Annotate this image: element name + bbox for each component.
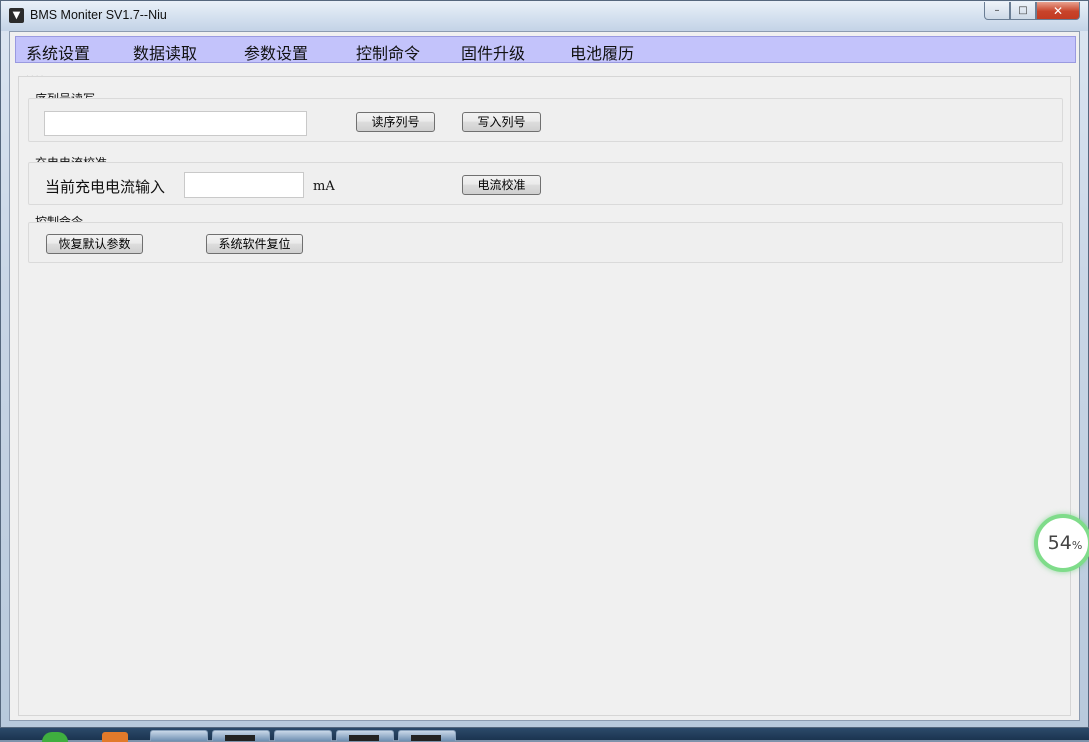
charge-current-input[interactable] <box>184 172 304 198</box>
taskbar-item-window-1[interactable] <box>212 730 270 741</box>
control-group-box <box>28 222 1063 263</box>
client-area: 系统设置 数据读取 参数设置 控制命令 固件升级 电池履历 .... 序列号读写… <box>9 31 1080 721</box>
title-bar[interactable]: ▼ BMS Moniter SV1.7--Niu – □ ✕ <box>1 1 1088 31</box>
taskbar-green-app-icon[interactable] <box>42 732 68 742</box>
serial-number-input[interactable] <box>44 111 307 136</box>
maximize-button[interactable]: □ <box>1010 2 1036 20</box>
taskbar-thumb <box>225 735 255 741</box>
menu-item-param-settings[interactable]: 参数设置 <box>244 40 308 64</box>
taskbar-item-window-2[interactable] <box>336 730 394 741</box>
window-title: BMS Moniter SV1.7--Niu <box>30 8 167 22</box>
taskbar-thumb <box>411 735 441 741</box>
software-reset-button[interactable]: 系统软件复位 <box>206 234 303 254</box>
close-button[interactable]: ✕ <box>1036 2 1080 20</box>
progress-widget[interactable]: 54% <box>1034 514 1089 572</box>
current-unit-label: mA <box>313 179 335 194</box>
restore-defaults-button[interactable]: 恢复默认参数 <box>46 234 143 254</box>
write-serial-button[interactable]: 写入列号 <box>462 112 541 132</box>
taskbar <box>0 728 1089 742</box>
taskbar-thumb <box>349 735 379 741</box>
taskbar-item-window-3[interactable] <box>398 730 456 741</box>
menu-item-system-settings[interactable]: 系统设置 <box>26 40 90 64</box>
progress-value: 54% <box>1047 532 1083 554</box>
read-serial-button[interactable]: 读序列号 <box>356 112 435 132</box>
calibrate-current-button[interactable]: 电流校准 <box>462 175 541 195</box>
app-window: ▼ BMS Moniter SV1.7--Niu – □ ✕ 系统设置 数据读取… <box>0 0 1089 728</box>
menu-bar: 系统设置 数据读取 参数设置 控制命令 固件升级 电池履历 <box>15 36 1076 63</box>
taskbar-orange-app-icon[interactable] <box>102 732 128 742</box>
taskbar-item-folder[interactable] <box>150 730 208 741</box>
progress-unit: % <box>1071 539 1083 552</box>
menu-item-battery-history[interactable]: 电池履历 <box>570 40 634 64</box>
taskbar-item-chat[interactable] <box>274 730 332 741</box>
window-controls: – □ ✕ <box>984 2 1080 20</box>
main-panel: 序列号读写 读序列号 写入列号 充电电流校准 当前充电电流输入 mA 电流校准 … <box>18 76 1071 716</box>
minimize-button[interactable]: – <box>984 2 1010 20</box>
menu-item-control-commands[interactable]: 控制命令 <box>356 40 420 64</box>
menu-item-firmware-upgrade[interactable]: 固件升级 <box>461 40 525 64</box>
menu-item-data-read[interactable]: 数据读取 <box>133 40 197 64</box>
app-icon[interactable]: ▼ <box>9 8 24 23</box>
charge-current-label: 当前充电电流输入 <box>45 178 166 196</box>
